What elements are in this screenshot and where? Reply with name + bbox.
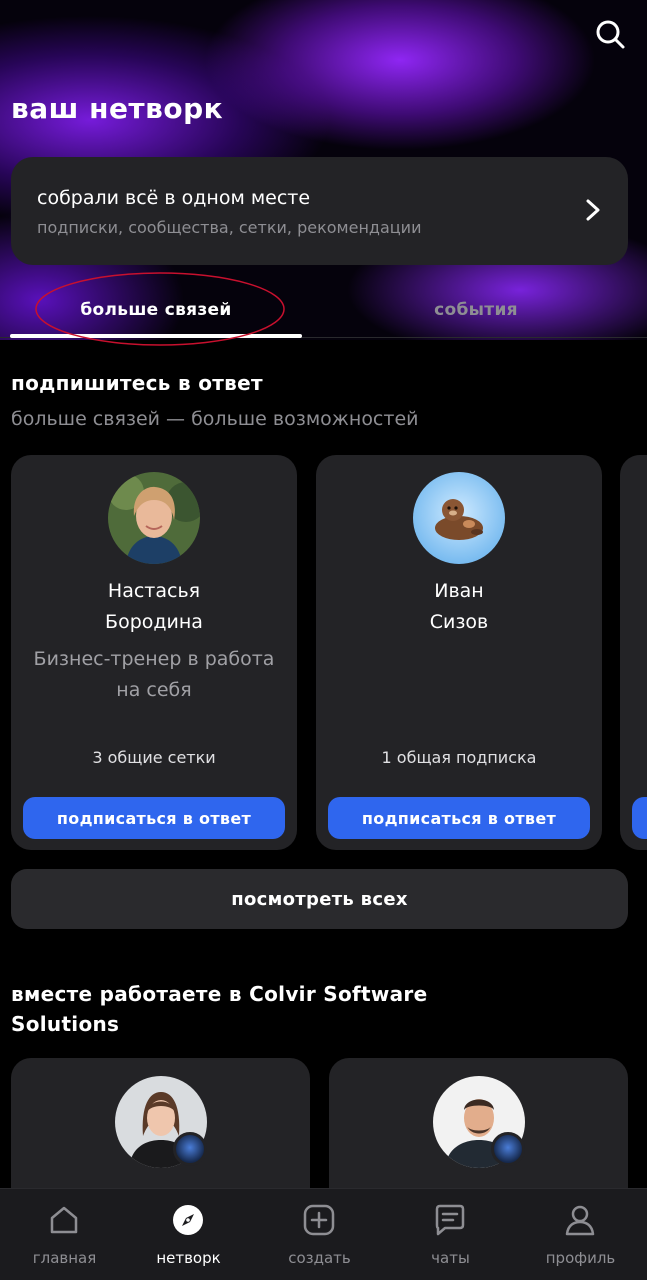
search-button[interactable] (590, 14, 630, 54)
company-logo-icon (173, 1132, 207, 1166)
plus-square-icon (303, 1204, 335, 1236)
person-card[interactable]: Иван Сизов 1 общая подписка подписаться … (316, 455, 602, 850)
person-first-name: Настасья (107, 580, 201, 602)
follow-back-button[interactable]: подписаться в ответ (328, 797, 590, 839)
compass-icon (173, 1205, 203, 1235)
tab-events[interactable]: события (330, 300, 622, 320)
person-common: 1 общая подписка (381, 748, 537, 767)
nav-home[interactable]: главная (0, 1189, 129, 1280)
company-logo-icon (491, 1132, 525, 1166)
page-title: ваш нетворк (11, 92, 224, 125)
home-icon (50, 1206, 78, 1234)
collect-card[interactable]: собрали всё в одном месте подписки, сооб… (11, 157, 628, 265)
person-card-peek[interactable] (620, 455, 647, 850)
chevron-right-icon (586, 199, 600, 221)
follow-back-subtitle: больше связей — больше возможностей (11, 408, 419, 430)
nav-create[interactable]: создать (255, 1189, 384, 1280)
nav-label: нетворк (156, 1249, 221, 1267)
follow-back-button[interactable]: подписаться в ответ (23, 797, 285, 839)
person-first-name: Иван (434, 580, 484, 602)
nav-label: главная (32, 1249, 97, 1267)
person-last-name: Сизов (429, 611, 489, 633)
coworkers-title-line2: Solutions (11, 1012, 120, 1036)
person-role: Бизнес-тренер в работа на себя (33, 648, 275, 701)
coworkers-title-line1: вместе работаете в Colvir Software (11, 982, 428, 1006)
nav-network[interactable]: нетворк (124, 1189, 253, 1280)
person-last-name: Бородина (105, 611, 203, 633)
nav-profile[interactable]: профиль (516, 1189, 645, 1280)
follow-back-button[interactable] (632, 797, 647, 839)
tab-more-connections[interactable]: больше связей (10, 300, 302, 320)
chat-icon (435, 1204, 465, 1236)
search-icon (596, 20, 625, 49)
tab-bar: больше связей события (0, 282, 647, 338)
nav-label: создать (288, 1249, 351, 1267)
avatar (413, 472, 505, 564)
see-all-button[interactable]: посмотреть всех (11, 869, 628, 929)
avatar (108, 472, 200, 564)
user-icon (565, 1205, 595, 1236)
bottom-nav: главная нетворк создать чаты профиль (0, 1188, 647, 1280)
nav-label: чаты (431, 1249, 470, 1267)
nav-chats[interactable]: чаты (386, 1189, 515, 1280)
person-common: 3 общие сетки (92, 748, 216, 767)
active-tab-indicator (10, 334, 302, 338)
nav-label: профиль (545, 1249, 616, 1267)
follow-back-title: подпишитесь в ответ (11, 371, 263, 395)
person-card[interactable]: Настасья Бородина Бизнес-тренер в работа… (11, 455, 297, 850)
collect-card-title: собрали всё в одном месте (37, 187, 311, 209)
collect-card-subtitle: подписки, сообщества, сетки, рекомендаци… (37, 218, 422, 237)
